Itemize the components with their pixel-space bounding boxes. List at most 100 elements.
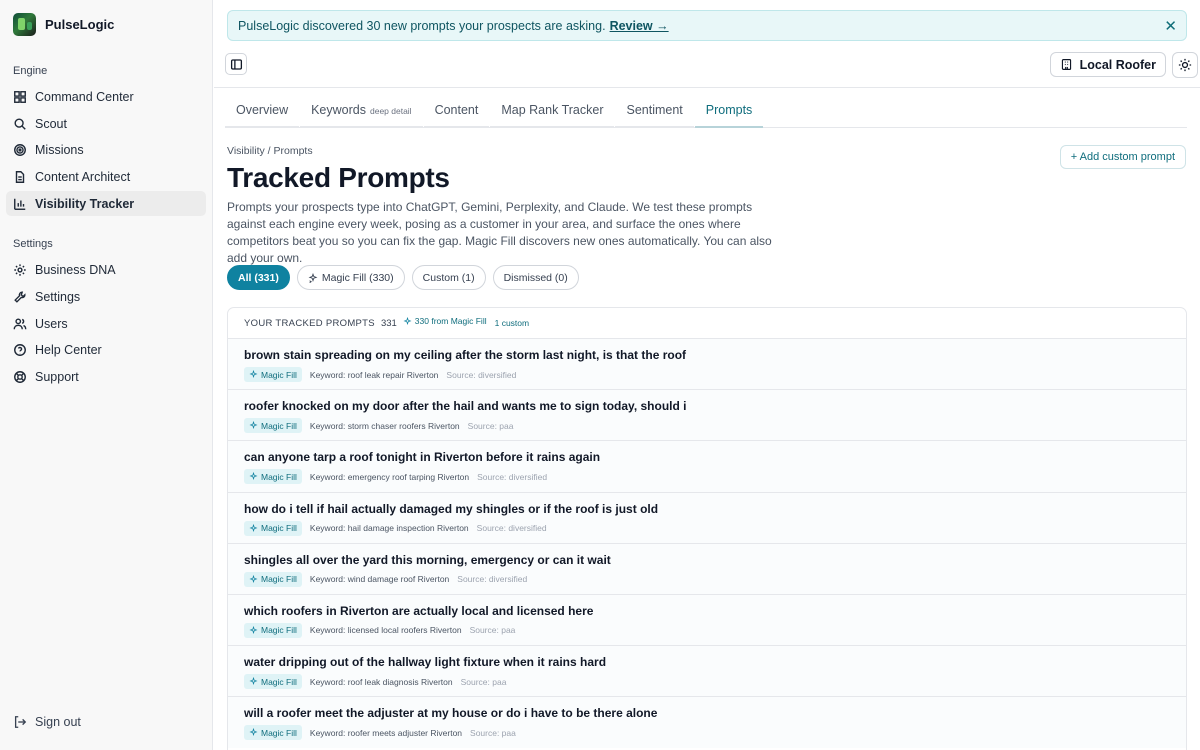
sidebar-item-business-dna[interactable]: Business DNA (6, 257, 206, 282)
sparkle-icon (249, 523, 258, 532)
banner-review-link[interactable]: Review → (610, 19, 669, 33)
sidebar-item-scout[interactable]: Scout (6, 111, 206, 136)
filter-all[interactable]: All (331) (227, 265, 290, 290)
sidebar-item-label: Users (35, 316, 68, 331)
sidebar-item-content-architect[interactable]: Content Architect (6, 164, 206, 189)
engine-section-label: Engine (13, 65, 48, 77)
prompt-meta: Magic Fill Keyword: hail damage inspecti… (244, 520, 1170, 536)
sidebar-item-help-center[interactable]: Help Center (6, 337, 206, 362)
notification-banner: PulseLogic discovered 30 new prompts you… (227, 10, 1187, 41)
list-item[interactable]: will a roofer meet the adjuster at my ho… (228, 696, 1186, 748)
prompt-keyword: Keyword: wind damage roof Riverton (309, 574, 450, 585)
sidebar: PulseLogic Engine Command Center Scout M… (0, 0, 213, 750)
prompt-text: can anyone tarp a roof tonight in Rivert… (244, 450, 601, 465)
prompt-source: Source: diversified (457, 574, 528, 585)
tab-sentiment[interactable]: Sentiment (615, 94, 694, 128)
sparkle-icon (308, 272, 318, 283)
sidebar-item-visibility-tracker[interactable]: Visibility Tracker (6, 191, 206, 216)
prompt-keyword: Keyword: roof leak diagnosis Riverton (309, 676, 453, 687)
prompt-text: will a roofer meet the adjuster at my ho… (244, 706, 658, 721)
filter-custom[interactable]: Custom (1) (411, 265, 486, 290)
prompt-source: Source: paa (460, 676, 507, 687)
filter-label: Custom (1) (422, 271, 475, 284)
sidebar-item-label: Settings (35, 289, 81, 304)
topbar: Local Roofer (214, 49, 1200, 88)
sidebar-item-settings[interactable]: Settings (6, 284, 206, 309)
list-header-title: YOUR TRACKED PROMPTS (244, 317, 375, 329)
page-description: Prompts your prospects type into ChatGPT… (227, 200, 772, 265)
prompt-keyword: Keyword: emergency roof tarping Riverton (309, 471, 470, 482)
list-item[interactable]: which roofers in Riverton are actually l… (228, 593, 1186, 646)
magic-fill-badge: Magic Fill (244, 622, 302, 638)
help-icon (13, 343, 27, 357)
prompt-meta: Magic Fill Keyword: storm chaser roofers… (244, 418, 1170, 434)
prompt-source: Source: paa (469, 625, 516, 636)
sparkle-icon (249, 421, 258, 430)
tab-keywords[interactable]: Keywords deep detail (300, 94, 423, 128)
tab-label: Sentiment (626, 103, 683, 117)
magic-fill-badge: Magic Fill (244, 520, 302, 536)
prompt-keyword: Keyword: hail damage inspection Riverton (309, 523, 469, 534)
tab-content[interactable]: Content (423, 94, 490, 128)
sidebar-item-users[interactable]: Users (6, 311, 206, 336)
list-item[interactable]: brown stain spreading on my ceiling afte… (228, 338, 1186, 390)
close-icon[interactable]: ✕ (1164, 17, 1177, 35)
theme-toggle-button[interactable] (1172, 52, 1198, 78)
prompt-meta: Magic Fill Keyword: roofer meets adjuste… (244, 725, 1170, 741)
main-content: PulseLogic discovered 30 new prompts you… (214, 0, 1200, 750)
tab-label: Content (434, 103, 479, 117)
add-custom-prompt-button[interactable]: + Add custom prompt (1059, 145, 1186, 169)
sidebar-item-label: Business DNA (35, 262, 116, 277)
badge-label: Magic Fill (261, 625, 297, 636)
sidebar-item-missions[interactable]: Missions (6, 137, 206, 162)
prompt-meta: Magic Fill Keyword: wind damage roof Riv… (244, 571, 1170, 587)
brand[interactable]: PulseLogic (13, 13, 114, 36)
list-item[interactable]: roofer knocked on my door after the hail… (228, 389, 1186, 441)
sparkle-icon (249, 728, 258, 737)
page-title: Tracked Prompts (227, 162, 450, 193)
building-icon (1061, 59, 1071, 70)
list-header: YOUR TRACKED PROMPTS 331 330 from Magic … (228, 308, 1186, 338)
prompt-text: roofer knocked on my door after the hail… (244, 399, 687, 414)
list-item[interactable]: water dripping out of the hallway light … (228, 645, 1186, 697)
users-icon (13, 317, 27, 331)
list-item[interactable]: shingles all over the yard this morning,… (228, 542, 1186, 594)
sparkle-icon (403, 316, 412, 325)
list-header-magic-label: 330 from Magic Fill (414, 316, 487, 326)
tab-map-rank-tracker[interactable]: Map Rank Tracker (490, 94, 615, 128)
sun-icon (1178, 58, 1192, 72)
sidebar-item-label: Support (35, 369, 79, 384)
sign-out-icon (14, 716, 27, 728)
filter-label: Dismissed (0) (503, 271, 568, 284)
prompt-keyword: Keyword: roofer meets adjuster Riverton (309, 727, 463, 738)
filter-label: All (331) (238, 271, 279, 284)
sidebar-toggle-button[interactable] (225, 53, 247, 75)
tab-bar: Overview Keywords deep detail Content Map… (225, 94, 1187, 128)
target-icon (13, 143, 27, 157)
banner-text: PulseLogic discovered 30 new prompts you… (238, 18, 606, 33)
sidebar-item-command-center[interactable]: Command Center (6, 84, 206, 109)
sidebar-item-label: Missions (35, 142, 84, 157)
sidebar-item-support[interactable]: Support (6, 364, 206, 389)
badge-label: Magic Fill (261, 523, 297, 534)
sidebar-item-label: Help Center (35, 342, 102, 357)
magic-fill-badge: Magic Fill (244, 571, 302, 587)
prompt-source: Source: diversified (446, 369, 517, 380)
lifebuoy-icon (13, 370, 27, 384)
tab-label: Prompts (705, 103, 753, 117)
sidebar-item-label: Visibility Tracker (35, 196, 135, 211)
org-switcher-button[interactable]: Local Roofer (1049, 52, 1166, 77)
list-item[interactable]: how do i tell if hail actually damaged m… (228, 491, 1186, 543)
filter-magic-fill[interactable]: Magic Fill (330) (296, 265, 405, 290)
filter-dismissed[interactable]: Dismissed (0) (492, 265, 579, 290)
list-item[interactable]: can anyone tarp a roof tonight in Rivert… (228, 440, 1186, 492)
tab-overview[interactable]: Overview (225, 94, 300, 128)
sign-out-button[interactable]: Sign out (13, 715, 81, 729)
app-name: PulseLogic (45, 17, 115, 32)
prompt-source: Source: paa (470, 727, 516, 738)
prompt-meta: Magic Fill Keyword: licensed local roofe… (244, 622, 1170, 638)
sidebar-item-label: Content Architect (35, 169, 131, 184)
tab-prompts[interactable]: Prompts (694, 94, 764, 128)
sparkle-icon (249, 370, 258, 378)
search-icon (13, 117, 27, 131)
